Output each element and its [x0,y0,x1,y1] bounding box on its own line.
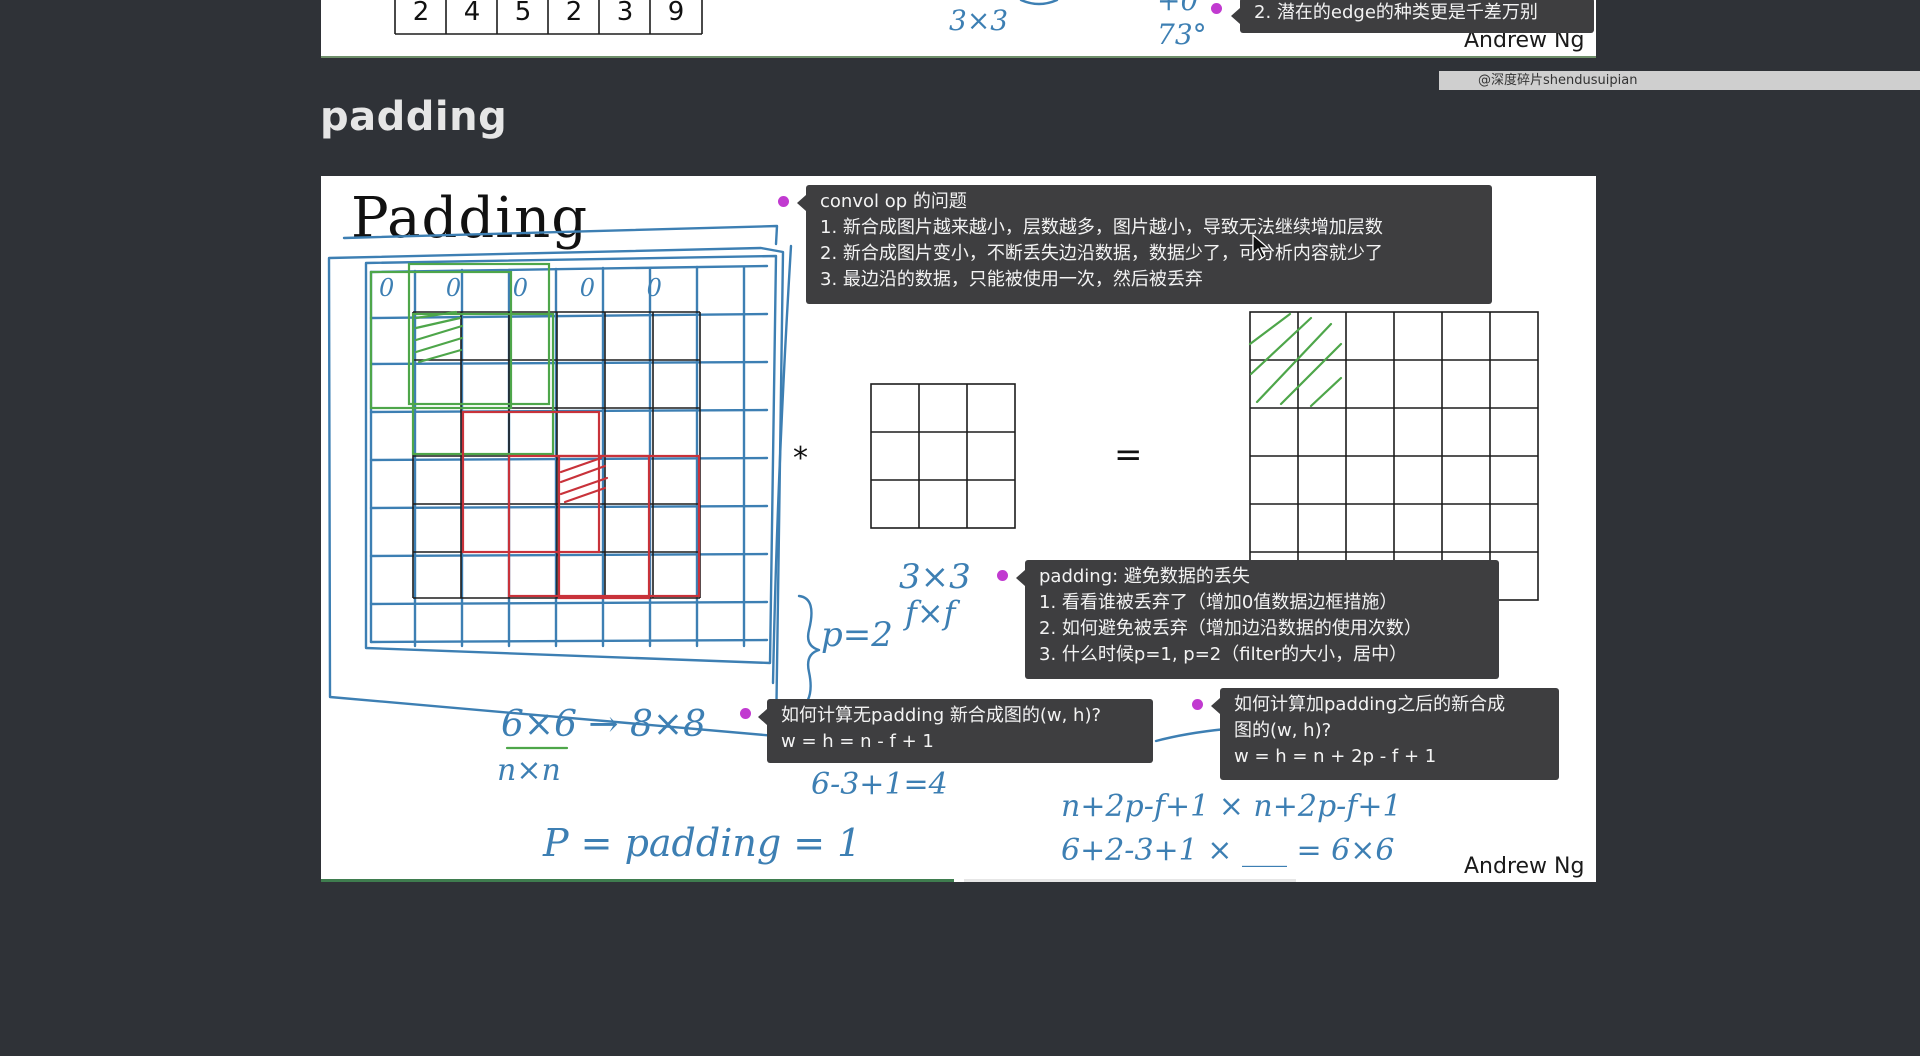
annotation-marker[interactable] [1192,699,1203,710]
hw-input-size: 6×6 → 8×8 [501,704,706,745]
hw-padding-marker: p=2 [821,615,893,655]
hw-plus0: +0 [1157,0,1198,17]
note-line: 2. 潜在的edge的种类更是千差万别 [1254,2,1538,23]
note-edge-variety[interactable]: 2. 潜在的edge的种类更是千差万别 [1231,0,1594,33]
convolve-operator: * [793,441,808,476]
hw-filter-symbol: f×f [903,594,961,632]
output-grid-6x6 [1249,311,1539,601]
hw-padding-def: P = padding = 1 [542,821,861,865]
hw-input-symbol: n×n [497,753,561,788]
note-line: 2. 新合成图片变小，不断丢失边沿数据，数据少了，可分析内容就少了 [820,243,1383,264]
mouse-cursor-icon [1252,234,1270,259]
note-line: 3. 什么时候p=1, p=2（filter的大小，居中） [1039,644,1408,665]
filter-overlay-red-1 [461,410,601,554]
hatch-green [414,310,464,364]
hw-brace [797,594,821,712]
hw-filter-size: 3×3 [899,557,971,597]
annotation-marker[interactable] [740,708,751,719]
hw-stroke [1019,0,1059,6]
padding-frame-hw [342,224,779,246]
hw-calc-no-pad: 6-3+1=4 [811,767,948,802]
note-line: padding: 避免数据的丢失 [1039,566,1250,587]
note-convol-problem[interactable]: convol op 的问题 1. 新合成图片越来越小，层数越多，图片越小，导致无… [797,185,1492,304]
note-line: 2. 如何避免被丢弃（增加边沿数据的使用次数） [1039,618,1422,639]
value-row-grid [394,0,703,35]
note-line: 1. 看看谁被丢弃了（增加0值数据边框措施） [1039,592,1398,613]
row-cell-1: 4 [464,0,481,27]
hw-formula-line1: n+2p-f+1 × n+2p-f+1 [1061,789,1402,824]
hw-73deg: 73° [1157,18,1207,51]
row-cell-4: 3 [617,0,634,27]
hw-formula-line2: 6+2-3+1 × ___ = 6×6 [1061,833,1395,868]
watermark: @深度碎片shendusuipian [1478,73,1638,88]
row-cell-5: 9 [668,0,685,27]
progress-bar-track [964,879,1296,882]
filter-grid-3x3 [870,383,1016,529]
page-title: padding [320,94,508,140]
note-with-padding-size[interactable]: 如何计算加padding之后的新合成 图的(w, h)? w = h = n +… [1211,688,1559,780]
note-line: convol op 的问题 [820,191,967,212]
note-line: 图的(w, h)? [1234,720,1332,741]
padding-zeros: 0 0 0 0 0 [379,274,684,302]
slide-credit: Andrew Ng [1464,854,1585,879]
note-line: 如何计算加padding之后的新合成 [1234,694,1506,715]
note-line: w = h = n + 2p - f + 1 [1234,746,1437,767]
note-no-padding-size[interactable]: 如何计算无padding 新合成图的(w, h)? w = h = n - f … [758,699,1153,763]
note-line: 如何计算无padding 新合成图的(w, h)? [781,705,1102,726]
note-line: 1. 新合成图片越来越小，层数越多，图片越小，导致无法继续增加层数 [820,217,1383,238]
progress-bar-fill [321,879,954,882]
annotation-marker[interactable] [778,196,789,207]
row-cell-2: 5 [515,0,532,27]
annotation-marker[interactable] [997,570,1008,581]
row-cell-3: 2 [566,0,583,27]
row-cell-0: 2 [413,0,430,27]
note-line: 3. 最边沿的数据，只能被使用一次，然后被丢弃 [820,269,1203,290]
equals-operator: = [1114,435,1143,475]
annotation-marker[interactable] [1211,3,1222,14]
hw-3x3: 3×3 [949,4,1008,37]
note-line: w = h = n - f + 1 [781,731,934,752]
hw-connector [1154,727,1228,743]
note-padding-purpose[interactable]: padding: 避免数据的丢失 1. 看看谁被丢弃了（增加0值数据边框措施） … [1016,560,1499,679]
